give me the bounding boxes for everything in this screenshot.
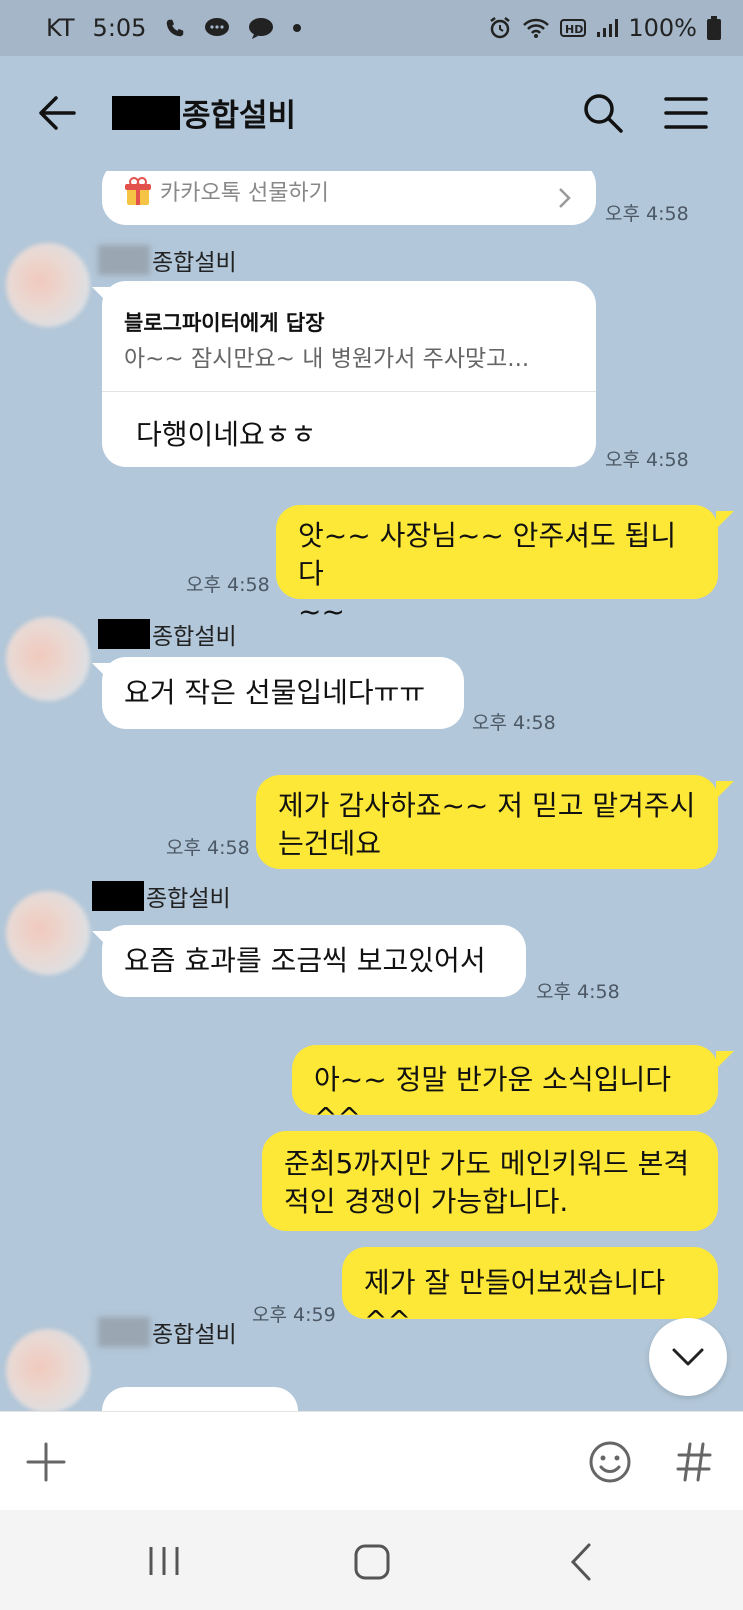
avatar[interactable] xyxy=(6,617,90,701)
sender-name: 종합설비 xyxy=(98,243,237,277)
page-title: 종합설비 xyxy=(112,90,296,135)
sender-label: 종합설비 xyxy=(146,886,231,912)
menu-button[interactable] xyxy=(664,96,708,130)
message-icon xyxy=(204,16,230,40)
redaction-block xyxy=(98,245,150,275)
hamburger-menu-icon xyxy=(664,97,708,129)
message-input-bar xyxy=(0,1411,743,1510)
home-icon xyxy=(354,1544,390,1580)
my-message-bubble[interactable]: 아~~ 정말 반가운 소식입니다^^ xyxy=(292,1045,718,1134)
chat-message-list[interactable]: 카카오톡 선물하기 오후 4:58 종합설비 블로그파이터에게 답장 아~~ 잠… xyxy=(0,171,743,1411)
message-time: 오후 4:58 xyxy=(536,981,620,1003)
message-time: 오후 4:58 xyxy=(186,574,270,596)
battery-icon xyxy=(707,16,721,40)
message-text-line: ~~ xyxy=(298,595,345,628)
message-time: 오후 4:58 xyxy=(605,449,689,471)
message-bubble[interactable]: 요즘 효과를 조금씩 보고있어서 xyxy=(102,925,526,997)
emoji-icon xyxy=(589,1441,631,1483)
system-back-button[interactable] xyxy=(568,1542,594,1582)
message-text: 요즘 효과를 조금씩 보고있어서 xyxy=(124,944,486,977)
status-bar: KT 5:05 HD 100% xyxy=(0,0,743,56)
reply-message-bubble[interactable]: 블로그파이터에게 답장 아~~ 잠시만요~ 내 병원가서 주사맞고... 다행이… xyxy=(102,281,596,467)
recent-apps-button[interactable] xyxy=(146,1544,182,1578)
divider xyxy=(102,391,596,392)
redaction-block xyxy=(98,1317,150,1347)
clock: 5:05 xyxy=(92,14,147,42)
hd-icon: HD xyxy=(560,18,587,38)
message-bubble[interactable]: 요거 작은 선물입네다ㅠㅠ xyxy=(102,657,464,729)
gift-box-icon xyxy=(124,177,152,217)
system-nav-bar xyxy=(0,1510,743,1610)
search-icon xyxy=(584,94,623,133)
chevron-right-icon xyxy=(558,181,572,219)
message-time: 오후 4:58 xyxy=(166,837,250,859)
redaction-block xyxy=(98,619,150,649)
room-name: 종합설비 xyxy=(182,98,297,134)
sender-label: 종합설비 xyxy=(152,250,237,276)
sender-name: 종합설비 xyxy=(98,1315,237,1349)
my-message-bubble[interactable]: 앗~~ 사장님~~ 안주셔도 됩니다 ~~ xyxy=(276,505,718,628)
call-icon xyxy=(164,17,186,39)
sender-name: 종합설비 xyxy=(92,879,231,913)
search-button[interactable] xyxy=(582,92,624,134)
my-message-bubble[interactable]: 제가 감사하죠~~ 저 믿고 맡겨주시 는건데요 xyxy=(256,775,718,869)
alarm-icon xyxy=(488,16,512,40)
recent-apps-icon xyxy=(149,1547,179,1575)
back-chevron-icon xyxy=(570,1543,591,1581)
message-time: 오후 4:58 xyxy=(472,712,556,734)
my-message-bubble[interactable]: 준최5까지만 가도 메인키워드 본격 적인 경쟁이 가능합니다. xyxy=(262,1131,718,1231)
attach-button[interactable] xyxy=(26,1442,66,1482)
arrow-left-icon xyxy=(39,96,76,130)
sender-label: 종합설비 xyxy=(152,624,237,650)
message-time: 오후 4:59 xyxy=(252,1304,336,1326)
chevron-down-icon xyxy=(672,1348,704,1366)
bubble-tail xyxy=(716,511,734,529)
svg-text:HD: HD xyxy=(565,23,583,36)
talk-icon xyxy=(248,16,274,40)
message-text: 다행이네요ㅎㅎ xyxy=(136,418,317,451)
message-text-line: 제가 감사하죠~~ 저 믿고 맡겨주시 xyxy=(278,789,696,822)
wifi-icon xyxy=(522,17,550,39)
message-text-line: 적인 경쟁이 가능합니다. xyxy=(284,1185,569,1218)
message-text: 아~~ 정말 반가운 소식입니다^^ xyxy=(314,1063,671,1134)
message-text-line: 준최5까지만 가도 메인키워드 본격 xyxy=(284,1147,690,1180)
dot-icon xyxy=(292,23,302,33)
reply-preview-text: 아~~ 잠시만요~ 내 병원가서 주사맞고... xyxy=(124,346,530,372)
gift-link-bubble[interactable]: 카카오톡 선물하기 xyxy=(102,171,596,225)
message-text-line: 앗~~ 사장님~~ 안주셔도 됩니다 xyxy=(298,519,677,590)
avatar[interactable] xyxy=(6,1329,90,1411)
message-input[interactable] xyxy=(90,1432,560,1492)
message-text: 제가 잘 만들어보겠습니다^^ xyxy=(364,1266,666,1337)
scroll-to-bottom-button[interactable] xyxy=(649,1318,727,1396)
sender-name: 종합설비 xyxy=(98,617,237,651)
bubble-tail xyxy=(716,781,734,799)
redaction-block xyxy=(112,95,180,130)
gift-link-label: 카카오톡 선물하기 xyxy=(160,181,329,206)
bubble-tail xyxy=(716,1051,734,1069)
hashtag-button[interactable] xyxy=(676,1442,712,1482)
plus-icon xyxy=(26,1442,66,1482)
message-time: 오후 4:58 xyxy=(605,203,689,225)
message-text: 요거 작은 선물입네다ㅠㅠ xyxy=(124,676,426,709)
back-button[interactable] xyxy=(36,92,78,134)
avatar[interactable] xyxy=(6,243,90,327)
redaction-block xyxy=(92,881,144,911)
message-bubble[interactable] xyxy=(102,1387,298,1411)
sender-label: 종합설비 xyxy=(152,1322,237,1348)
emoji-button[interactable] xyxy=(588,1440,632,1484)
avatar[interactable] xyxy=(6,891,90,975)
hashtag-icon xyxy=(676,1442,712,1482)
message-text-line: 는건데요 xyxy=(278,827,382,860)
carrier-label: KT xyxy=(46,14,75,42)
reply-target-label: 블로그파이터에게 답장 xyxy=(124,311,325,335)
chat-header: 종합설비 xyxy=(0,56,743,171)
signal-icon xyxy=(596,18,619,38)
my-message-bubble[interactable]: 제가 잘 만들어보겠습니다^^ xyxy=(342,1247,718,1337)
battery-percent: 100% xyxy=(628,14,697,42)
home-button[interactable] xyxy=(352,1542,392,1582)
